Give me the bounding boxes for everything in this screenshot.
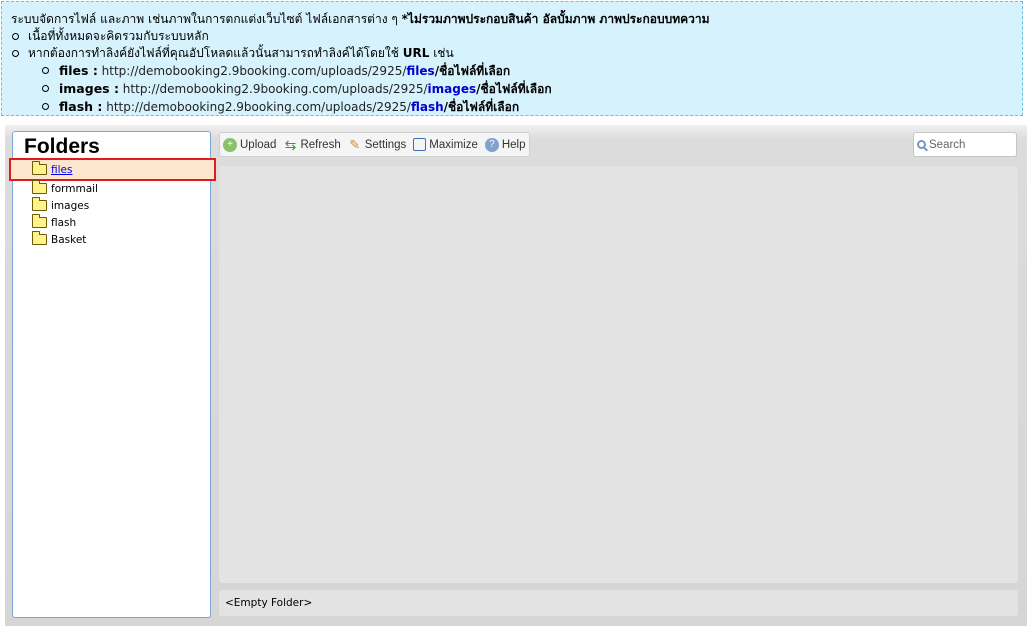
folder-label[interactable]: files — [51, 164, 72, 176]
url-example-images: images : http://demobooking2.9booking.co… — [42, 80, 1022, 98]
folder-icon — [32, 197, 47, 211]
info-lead-bold: *ไม่รวมภาพประกอบสินค้า อัลบั้มภาพ ภาพประ… — [401, 12, 710, 26]
file-list-pane[interactable] — [219, 166, 1018, 583]
folder-label[interactable]: Basket — [51, 234, 86, 246]
example-url: http://demobooking2.9booking.com/uploads… — [101, 64, 407, 78]
folder-item-files[interactable]: files — [9, 158, 216, 181]
example-key: images : — [59, 81, 119, 96]
info-lead-text: ระบบจัดการไฟล์ และภาพ เช่นภาพในการตกแต่ง… — [11, 12, 402, 26]
search-icon — [917, 140, 926, 149]
upload-label: Upload — [240, 138, 277, 151]
toolbar: + Upload ⇆ Refresh ✎ Settings Maximize ?… — [219, 132, 530, 157]
search-box[interactable] — [913, 132, 1017, 157]
info-list: เนื้อที่ทั้งหมดจะคิดรวมกับระบบหลัก หากต้… — [11, 28, 1022, 116]
refresh-button[interactable]: ⇆ Refresh — [283, 136, 341, 153]
maximize-button[interactable]: Maximize — [413, 138, 478, 151]
plus-circle-icon: + — [223, 137, 237, 152]
refresh-icon: ⇆ — [284, 136, 297, 153]
info-bullet: หากต้องการทำลิงค์ยังไฟล์ที่คุณอัปโหลดแล้… — [11, 45, 1022, 116]
upload-button[interactable]: + Upload — [223, 137, 277, 152]
folders-panel: Folders files formmail images flash Bask… — [9, 131, 216, 618]
settings-label: Settings — [364, 138, 407, 151]
info-url-label: URL — [402, 46, 430, 60]
folder-label[interactable]: formmail — [51, 183, 98, 195]
example-folder: files — [406, 64, 435, 78]
folder-tree: files formmail images flash Basket — [9, 158, 216, 248]
folder-item-formmail[interactable]: formmail — [13, 180, 210, 197]
bullet-circle-icon — [42, 103, 49, 110]
status-text: <Empty Folder> — [225, 597, 313, 609]
folder-icon — [32, 231, 47, 245]
folder-icon — [32, 161, 47, 175]
maximize-icon — [413, 138, 427, 151]
status-bar: <Empty Folder> — [219, 590, 1018, 616]
folder-icon — [32, 180, 47, 194]
info-bullet-end: เช่น — [429, 46, 454, 60]
example-folder: images — [427, 82, 477, 96]
info-lead: ระบบจัดการไฟล์ และภาพ เช่นภาพในการตกแต่ง… — [11, 11, 1022, 28]
maximize-label: Maximize — [429, 138, 478, 151]
url-example-list: files : http://demobooking2.9booking.com… — [28, 62, 1022, 116]
folder-icon — [32, 214, 47, 228]
info-bullet: เนื้อที่ทั้งหมดจะคิดรวมกับระบบหลัก — [11, 28, 1022, 45]
help-button[interactable]: ? Help — [484, 137, 526, 152]
example-tail: /ชื่อไฟล์ที่เลือก — [476, 82, 552, 96]
refresh-label: Refresh — [300, 138, 341, 151]
wrench-icon: ✎ — [349, 137, 361, 152]
search-input[interactable] — [929, 138, 1009, 151]
example-key: files : — [59, 63, 98, 78]
example-tail: /ชื่อไฟล์ที่เลือก — [443, 100, 520, 114]
bullet-circle-icon — [42, 85, 49, 92]
help-label: Help — [501, 138, 526, 151]
url-example-files: files : http://demobooking2.9booking.com… — [42, 62, 1022, 80]
info-bullet-text: เนื้อที่ทั้งหมดจะคิดรวมกับระบบหลัก — [28, 29, 209, 43]
bullet-circle-icon — [12, 33, 19, 40]
bullet-circle-icon — [42, 67, 49, 74]
folder-item-basket[interactable]: Basket — [13, 231, 210, 248]
file-manager: Folders files formmail images flash Bask… — [5, 125, 1027, 626]
example-tail: /ชื่อไฟล์ที่เลือก — [434, 64, 511, 78]
folders-title: Folders — [24, 135, 100, 158]
folder-item-images[interactable]: images — [13, 197, 210, 214]
example-url: http://demobooking2.9booking.com/uploads… — [106, 100, 411, 114]
folder-label[interactable]: flash — [51, 217, 76, 229]
info-bullet-text: หากต้องการทำลิงค์ยังไฟล์ที่คุณอัปโหลดแล้… — [28, 46, 403, 60]
bullet-circle-icon — [12, 50, 19, 57]
folder-item-flash[interactable]: flash — [13, 214, 210, 231]
example-key: flash : — [59, 99, 103, 114]
url-example-flash: flash : http://demobooking2.9booking.com… — [42, 98, 1022, 116]
help-icon: ? — [484, 137, 499, 152]
info-box: ระบบจัดการไฟล์ และภาพ เช่นภาพในการตกแต่ง… — [1, 1, 1023, 116]
example-url: http://demobooking2.9booking.com/uploads… — [122, 82, 428, 96]
example-folder: flash — [410, 100, 444, 114]
settings-button[interactable]: ✎ Settings — [348, 137, 407, 152]
folder-label[interactable]: images — [51, 200, 89, 212]
